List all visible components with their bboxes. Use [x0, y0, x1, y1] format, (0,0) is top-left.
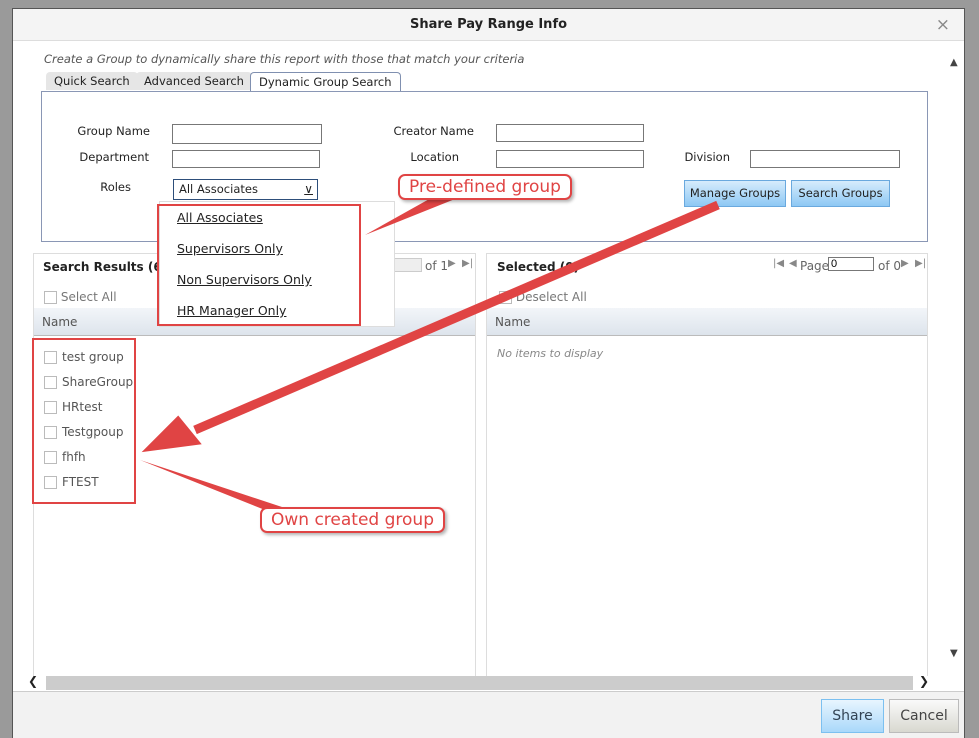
annotation-arrows: [140, 193, 720, 512]
own-group-callout: Own created group: [260, 507, 445, 533]
own-callout-pointer: [140, 460, 285, 512]
own-groups-highlight-box: [32, 338, 136, 504]
arrow-head: [141, 415, 202, 453]
predefined-highlight-box: [157, 204, 361, 326]
predefined-group-callout: Pre-defined group: [398, 174, 572, 200]
